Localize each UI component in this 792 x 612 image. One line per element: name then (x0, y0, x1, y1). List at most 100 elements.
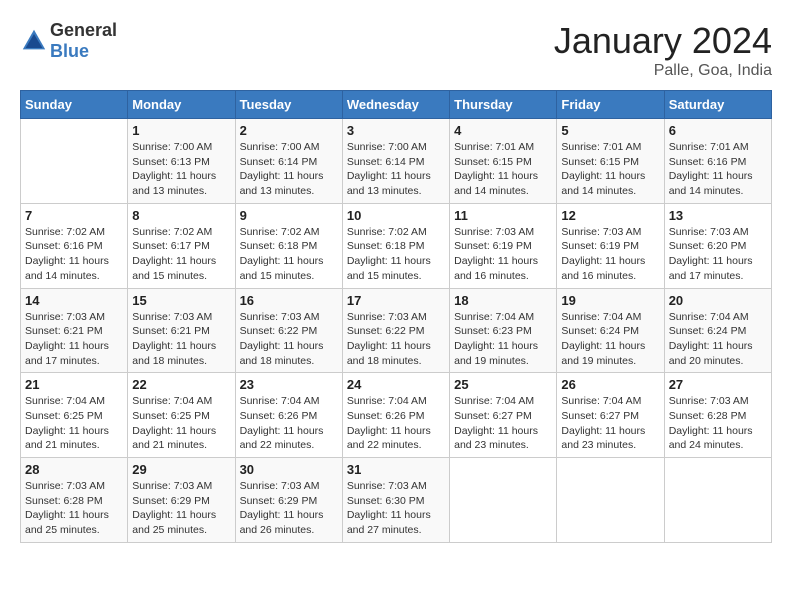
day-info: Sunrise: 7:03 AM Sunset: 6:29 PM Dayligh… (240, 479, 338, 538)
calendar-cell: 31 Sunrise: 7:03 AM Sunset: 6:30 PM Dayl… (342, 458, 449, 543)
calendar-cell: 14 Sunrise: 7:03 AM Sunset: 6:21 PM Dayl… (21, 288, 128, 373)
daylight-text: Daylight: 11 hours and 14 minutes. (25, 255, 109, 282)
calendar-cell: 4 Sunrise: 7:01 AM Sunset: 6:15 PM Dayli… (450, 119, 557, 204)
daylight-text: Daylight: 11 hours and 17 minutes. (25, 340, 109, 367)
sunrise-text: Sunrise: 7:00 AM (347, 141, 427, 153)
day-number: 25 (454, 377, 552, 392)
calendar-cell: 23 Sunrise: 7:04 AM Sunset: 6:26 PM Dayl… (235, 373, 342, 458)
daylight-text: Daylight: 11 hours and 19 minutes. (561, 340, 645, 367)
sunset-text: Sunset: 6:21 PM (132, 325, 210, 337)
sunset-text: Sunset: 6:19 PM (561, 240, 639, 252)
sunrise-text: Sunrise: 7:00 AM (132, 141, 212, 153)
daylight-text: Daylight: 11 hours and 16 minutes. (561, 255, 645, 282)
day-info: Sunrise: 7:04 AM Sunset: 6:24 PM Dayligh… (669, 310, 767, 369)
daylight-text: Daylight: 11 hours and 26 minutes. (240, 509, 324, 536)
weekday-header: Thursday (450, 91, 557, 119)
calendar-cell: 1 Sunrise: 7:00 AM Sunset: 6:13 PM Dayli… (128, 119, 235, 204)
sunrise-text: Sunrise: 7:02 AM (240, 226, 320, 238)
sunset-text: Sunset: 6:15 PM (454, 156, 532, 168)
daylight-text: Daylight: 11 hours and 13 minutes. (347, 170, 431, 197)
sunset-text: Sunset: 6:21 PM (25, 325, 103, 337)
daylight-text: Daylight: 11 hours and 18 minutes. (240, 340, 324, 367)
calendar-cell: 3 Sunrise: 7:00 AM Sunset: 6:14 PM Dayli… (342, 119, 449, 204)
sunset-text: Sunset: 6:25 PM (132, 410, 210, 422)
day-info: Sunrise: 7:01 AM Sunset: 6:16 PM Dayligh… (669, 140, 767, 199)
sunset-text: Sunset: 6:18 PM (347, 240, 425, 252)
sunset-text: Sunset: 6:28 PM (669, 410, 747, 422)
day-number: 15 (132, 293, 230, 308)
sunset-text: Sunset: 6:30 PM (347, 495, 425, 507)
calendar-week-row: 14 Sunrise: 7:03 AM Sunset: 6:21 PM Dayl… (21, 288, 772, 373)
daylight-text: Daylight: 11 hours and 14 minutes. (561, 170, 645, 197)
sunrise-text: Sunrise: 7:03 AM (25, 311, 105, 323)
sunset-text: Sunset: 6:27 PM (561, 410, 639, 422)
calendar-cell (557, 458, 664, 543)
daylight-text: Daylight: 11 hours and 16 minutes. (454, 255, 538, 282)
sunrise-text: Sunrise: 7:03 AM (669, 226, 749, 238)
sunset-text: Sunset: 6:13 PM (132, 156, 210, 168)
day-info: Sunrise: 7:03 AM Sunset: 6:19 PM Dayligh… (454, 225, 552, 284)
logo-text: General Blue (50, 20, 117, 62)
location-title: Palle, Goa, India (554, 62, 772, 80)
day-info: Sunrise: 7:04 AM Sunset: 6:23 PM Dayligh… (454, 310, 552, 369)
sunset-text: Sunset: 6:26 PM (240, 410, 318, 422)
daylight-text: Daylight: 11 hours and 23 minutes. (561, 425, 645, 452)
calendar-cell (450, 458, 557, 543)
sunrise-text: Sunrise: 7:03 AM (347, 480, 427, 492)
day-info: Sunrise: 7:00 AM Sunset: 6:14 PM Dayligh… (240, 140, 338, 199)
weekday-header: Tuesday (235, 91, 342, 119)
day-info: Sunrise: 7:04 AM Sunset: 6:27 PM Dayligh… (454, 394, 552, 453)
daylight-text: Daylight: 11 hours and 15 minutes. (347, 255, 431, 282)
day-info: Sunrise: 7:00 AM Sunset: 6:13 PM Dayligh… (132, 140, 230, 199)
daylight-text: Daylight: 11 hours and 23 minutes. (454, 425, 538, 452)
sunrise-text: Sunrise: 7:04 AM (669, 311, 749, 323)
calendar-week-row: 21 Sunrise: 7:04 AM Sunset: 6:25 PM Dayl… (21, 373, 772, 458)
sunrise-text: Sunrise: 7:03 AM (454, 226, 534, 238)
calendar-cell: 10 Sunrise: 7:02 AM Sunset: 6:18 PM Dayl… (342, 203, 449, 288)
sunset-text: Sunset: 6:20 PM (669, 240, 747, 252)
day-info: Sunrise: 7:03 AM Sunset: 6:22 PM Dayligh… (347, 310, 445, 369)
day-info: Sunrise: 7:03 AM Sunset: 6:29 PM Dayligh… (132, 479, 230, 538)
sunset-text: Sunset: 6:18 PM (240, 240, 318, 252)
calendar-cell: 7 Sunrise: 7:02 AM Sunset: 6:16 PM Dayli… (21, 203, 128, 288)
general-blue-icon (20, 27, 48, 55)
sunset-text: Sunset: 6:15 PM (561, 156, 639, 168)
calendar-cell: 11 Sunrise: 7:03 AM Sunset: 6:19 PM Dayl… (450, 203, 557, 288)
daylight-text: Daylight: 11 hours and 19 minutes. (454, 340, 538, 367)
sunset-text: Sunset: 6:14 PM (347, 156, 425, 168)
day-number: 17 (347, 293, 445, 308)
calendar-week-row: 7 Sunrise: 7:02 AM Sunset: 6:16 PM Dayli… (21, 203, 772, 288)
logo-blue: Blue (50, 41, 89, 61)
page-header: General Blue January 2024 Palle, Goa, In… (20, 20, 772, 80)
day-info: Sunrise: 7:03 AM Sunset: 6:19 PM Dayligh… (561, 225, 659, 284)
daylight-text: Daylight: 11 hours and 17 minutes. (669, 255, 753, 282)
day-info: Sunrise: 7:04 AM Sunset: 6:25 PM Dayligh… (25, 394, 123, 453)
sunset-text: Sunset: 6:28 PM (25, 495, 103, 507)
calendar-cell: 29 Sunrise: 7:03 AM Sunset: 6:29 PM Dayl… (128, 458, 235, 543)
calendar-cell: 12 Sunrise: 7:03 AM Sunset: 6:19 PM Dayl… (557, 203, 664, 288)
sunrise-text: Sunrise: 7:00 AM (240, 141, 320, 153)
weekday-header: Wednesday (342, 91, 449, 119)
sunrise-text: Sunrise: 7:04 AM (25, 395, 105, 407)
calendar-cell (21, 119, 128, 204)
sunrise-text: Sunrise: 7:01 AM (561, 141, 641, 153)
day-number: 26 (561, 377, 659, 392)
day-number: 14 (25, 293, 123, 308)
calendar-cell: 30 Sunrise: 7:03 AM Sunset: 6:29 PM Dayl… (235, 458, 342, 543)
day-number: 11 (454, 208, 552, 223)
calendar-body: 1 Sunrise: 7:00 AM Sunset: 6:13 PM Dayli… (21, 119, 772, 543)
day-number: 19 (561, 293, 659, 308)
day-number: 18 (454, 293, 552, 308)
sunrise-text: Sunrise: 7:03 AM (347, 311, 427, 323)
day-number: 22 (132, 377, 230, 392)
day-number: 16 (240, 293, 338, 308)
sunset-text: Sunset: 6:17 PM (132, 240, 210, 252)
sunrise-text: Sunrise: 7:01 AM (669, 141, 749, 153)
day-number: 9 (240, 208, 338, 223)
day-number: 5 (561, 123, 659, 138)
calendar-header: SundayMondayTuesdayWednesdayThursdayFrid… (21, 91, 772, 119)
daylight-text: Daylight: 11 hours and 24 minutes. (669, 425, 753, 452)
day-info: Sunrise: 7:03 AM Sunset: 6:21 PM Dayligh… (25, 310, 123, 369)
day-number: 10 (347, 208, 445, 223)
day-number: 6 (669, 123, 767, 138)
